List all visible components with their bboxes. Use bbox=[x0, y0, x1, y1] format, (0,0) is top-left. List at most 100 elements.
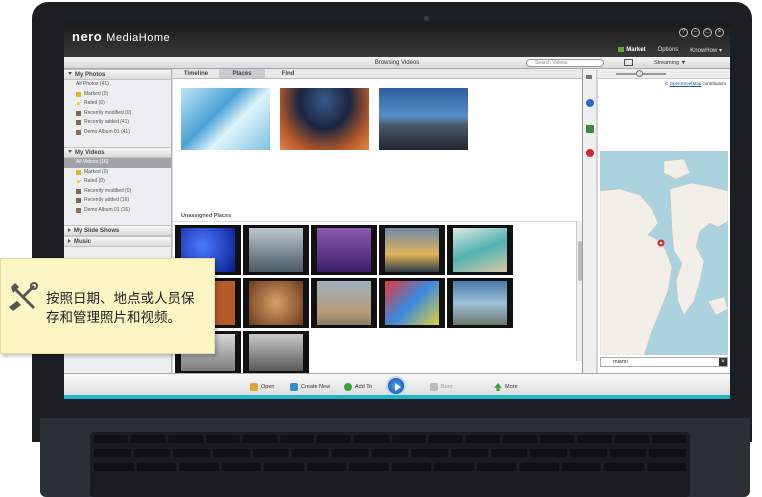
search-input[interactable]: Search Videos bbox=[526, 59, 604, 67]
chevron-right-icon bbox=[68, 228, 71, 233]
callout-text: 按照日期、地点或人员保 存和管理照片和视频。 bbox=[46, 289, 211, 327]
section-title: My Slide Shows bbox=[74, 228, 120, 234]
add-to-button[interactable]: Add To bbox=[344, 383, 372, 391]
tag-location-icon[interactable] bbox=[586, 125, 594, 133]
sidebar-section-photos[interactable]: My Photos bbox=[64, 69, 171, 80]
video-thumbnail[interactable] bbox=[243, 331, 309, 374]
create-icon bbox=[290, 383, 298, 391]
streaming-dropdown[interactable]: Streaming ▼ bbox=[654, 57, 686, 69]
browse-title: Browsing Videos bbox=[374, 60, 420, 66]
album-icon bbox=[76, 207, 81, 213]
play-button[interactable] bbox=[386, 376, 406, 396]
app-logo: nero MediaHome bbox=[72, 29, 171, 44]
more-label: More bbox=[505, 384, 518, 390]
feature-callout: 按照日期、地点或人员保 存和管理照片和视频。 bbox=[0, 258, 215, 354]
sidebar-item-all-videos[interactable]: All Videos (16) bbox=[64, 158, 171, 168]
sidebar-item-videos-modified[interactable]: Recently modified (0) bbox=[64, 187, 171, 197]
item-label: Demo Album 01 (41) bbox=[84, 128, 130, 135]
chevron-down-icon bbox=[68, 71, 72, 77]
accent-line bbox=[64, 395, 730, 399]
minimize-button[interactable]: – bbox=[691, 28, 700, 37]
cart-icon bbox=[618, 47, 625, 52]
zoom-slider-handle[interactable] bbox=[636, 70, 643, 77]
tab-places[interactable]: Places bbox=[219, 69, 265, 78]
add-to-label: Add To bbox=[355, 384, 373, 390]
map-panel: © OpenStreetMap contributors miami × bbox=[598, 69, 730, 373]
open-button[interactable]: Open bbox=[250, 383, 274, 391]
create-new-label: Create New bbox=[301, 384, 331, 390]
sidebar-section-videos[interactable]: My Videos bbox=[64, 147, 171, 158]
nav-options[interactable]: Options bbox=[658, 47, 679, 54]
video-thumbnail[interactable] bbox=[379, 225, 445, 275]
sidebar-item-photos-added[interactable]: Recently added (41) bbox=[64, 118, 171, 128]
clock-icon bbox=[76, 110, 81, 116]
top-nav: Market Options KnowHow ▾ bbox=[618, 47, 722, 54]
location-pin-icon[interactable] bbox=[586, 149, 594, 157]
webcam bbox=[424, 16, 429, 21]
close-button[interactable]: × bbox=[715, 28, 724, 37]
monitor-icon[interactable] bbox=[624, 59, 633, 66]
clock-icon bbox=[76, 198, 81, 203]
video-thumbnail[interactable] bbox=[447, 225, 513, 275]
sidebar-item-videos-added[interactable]: Recently added (16) bbox=[64, 196, 171, 206]
window-controls: ? – □ × bbox=[679, 28, 724, 37]
place-thumbnail[interactable] bbox=[379, 88, 468, 150]
more-button[interactable]: More bbox=[494, 383, 518, 391]
callout-line-2: 存和管理照片和视频。 bbox=[46, 310, 181, 325]
tools-icon bbox=[9, 282, 38, 311]
item-label: Rated (0) bbox=[84, 100, 105, 106]
sidebar-item-photos-album[interactable]: Demo Album 01 (41) bbox=[64, 128, 171, 138]
burn-label: Burn bbox=[441, 384, 453, 390]
add-icon bbox=[344, 383, 352, 391]
create-new-button[interactable]: Create New bbox=[290, 383, 330, 391]
nav-knowhow[interactable]: KnowHow ▾ bbox=[690, 47, 722, 54]
video-thumbnail[interactable] bbox=[243, 225, 309, 275]
tab-timeline[interactable]: Timeline bbox=[173, 69, 219, 78]
zoom-slider[interactable] bbox=[616, 70, 666, 77]
sidebar-item-all-photos[interactable]: All Photos (41) bbox=[64, 80, 171, 90]
grid-scrollbar[interactable] bbox=[576, 221, 582, 361]
nav-market[interactable]: Market bbox=[618, 47, 646, 54]
burn-button[interactable]: Burn bbox=[430, 383, 453, 391]
place-thumbnail[interactable] bbox=[181, 88, 270, 150]
sidebar-item-videos-rated[interactable]: Rated (0) bbox=[64, 177, 171, 187]
info-icon[interactable] bbox=[586, 99, 594, 107]
world-map[interactable] bbox=[600, 151, 728, 355]
video-thumbnail[interactable] bbox=[379, 278, 445, 328]
sidebar-section-slideshows[interactable]: My Slide Shows bbox=[64, 225, 171, 236]
collapse-icon[interactable] bbox=[586, 75, 592, 79]
map-search-input[interactable]: miami × bbox=[600, 357, 728, 367]
item-label: Demo Album 01 (16) bbox=[84, 206, 130, 213]
sidebar-section-music[interactable]: Music bbox=[64, 236, 171, 247]
open-label: Open bbox=[261, 384, 275, 390]
map-search-value: miami bbox=[613, 359, 628, 365]
video-thumbnail[interactable] bbox=[311, 278, 377, 328]
section-title: Music bbox=[74, 239, 92, 245]
keyboard bbox=[90, 432, 690, 497]
callout-line-1: 按照日期、地点或人员保 bbox=[46, 291, 195, 306]
tab-find[interactable]: Find bbox=[265, 69, 311, 78]
scrollbar-thumb[interactable] bbox=[578, 241, 582, 281]
item-label: Recently added (41) bbox=[84, 119, 130, 125]
video-thumbnail[interactable] bbox=[311, 225, 377, 275]
place-thumbnail[interactable] bbox=[280, 88, 369, 150]
sidebar-item-photos-marked[interactable]: Marked (0) bbox=[64, 90, 171, 100]
sidebar-item-videos-album[interactable]: Demo Album 01 (16) bbox=[64, 206, 171, 216]
chevron-right-icon bbox=[68, 239, 71, 244]
sidebar-item-videos-marked[interactable]: Marked (0) bbox=[64, 168, 171, 178]
video-thumbnail[interactable] bbox=[447, 278, 513, 328]
help-button[interactable]: ? bbox=[679, 28, 688, 37]
video-thumbnail[interactable] bbox=[243, 278, 309, 328]
tag-icon bbox=[76, 169, 81, 175]
chevron-down-icon bbox=[68, 149, 72, 155]
folder-icon bbox=[250, 383, 258, 391]
sidebar-item-photos-rated[interactable]: Rated (0) bbox=[64, 99, 171, 109]
maximize-button[interactable]: □ bbox=[703, 28, 712, 37]
sidebar-item-photos-modified[interactable]: Recently modified (0) bbox=[64, 109, 171, 119]
map-tool-rail bbox=[583, 69, 597, 373]
album-icon bbox=[76, 129, 81, 135]
osm-link[interactable]: OpenStreetMap bbox=[669, 81, 701, 86]
nav-market-label: Market bbox=[626, 47, 646, 54]
browse-bar: Browsing Videos Search Videos Streaming … bbox=[64, 57, 730, 69]
clear-search-button[interactable]: × bbox=[719, 358, 727, 366]
